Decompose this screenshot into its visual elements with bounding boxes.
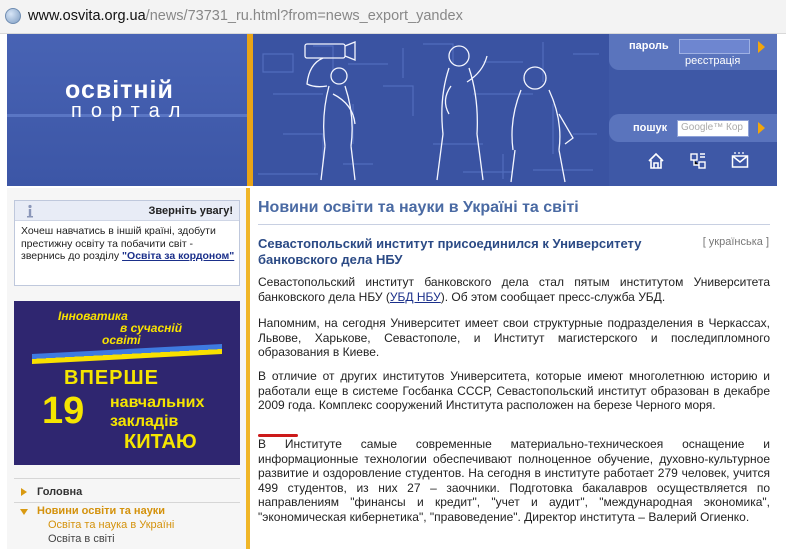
login-box: пароль реєстрація — [609, 34, 777, 70]
url-text[interactable]: www.osvita.org.ua/news/73731_ru.html?fro… — [28, 8, 463, 24]
site-banner: освітній портал пароль реєстрація пошук … — [7, 34, 777, 186]
menu-item-ukraine[interactable]: Освіта та наука в Україні — [48, 519, 174, 531]
notice-text-block: Хочеш навчатись в іншій країні, здобути … — [21, 225, 235, 263]
ad-subline: навчальних закладів — [110, 393, 204, 431]
notice-heading: Зверніть увагу! — [148, 205, 233, 217]
section-title: Новини освіти та науки в Україні та світ… — [258, 199, 579, 216]
login-search-panel: пароль реєстрація пошук Google™ Кор — [609, 34, 777, 186]
menu-divider — [14, 502, 240, 503]
study-abroad-link[interactable]: "Освіта за кордоном" — [122, 250, 234, 262]
site-globe-icon — [5, 8, 21, 24]
address-bar[interactable]: www.osvita.org.ua/news/73731_ru.html?fro… — [0, 0, 786, 34]
left-sidebar: Зверніть увагу! Хочеш навчатись в іншій … — [7, 188, 247, 549]
menu-item-world[interactable]: Освіта в світі — [48, 533, 115, 545]
title-divider — [258, 224, 770, 225]
ad-footer: КИТАЮ — [124, 431, 197, 453]
url-host: www.osvita.org.ua — [28, 8, 146, 24]
mail-icon[interactable] — [731, 152, 749, 170]
advertisement-banner[interactable]: Інноватика в сучасній освіті ВПЕРШЕ 19 н… — [14, 301, 240, 465]
menu-divider — [14, 478, 240, 479]
search-box: пошук Google™ Кор — [609, 114, 777, 142]
url-path: /news/73731_ru.html?from=news_export_yan… — [145, 8, 463, 24]
register-link[interactable]: реєстрація — [685, 55, 740, 67]
article-paragraph: Севастопольский институт банковского дел… — [258, 275, 770, 304]
ad-ribbon-line3: освіті — [102, 333, 141, 347]
logo-subtitle: портал — [71, 100, 190, 122]
banner-illustration — [253, 34, 609, 186]
ubd-nbu-link[interactable]: УБД НБУ — [390, 290, 441, 304]
search-input[interactable]: Google™ Кор — [677, 120, 749, 137]
menu-arrow-icon — [21, 488, 27, 496]
article-paragraph: Напомним, на сегодня Университет имеет с… — [258, 316, 770, 359]
menu-item-news[interactable]: Новини освіти та науки — [37, 505, 165, 517]
ad-ribbon-line1: Інноватика — [58, 309, 128, 323]
search-label: пошук — [633, 122, 668, 134]
home-icon[interactable] — [647, 152, 665, 170]
info-icon — [27, 204, 33, 218]
notice-header: Зверніть увагу! — [15, 201, 239, 221]
login-submit-arrow-icon[interactable] — [758, 41, 765, 53]
password-field[interactable] — [679, 39, 750, 54]
menu-item-home[interactable]: Головна — [37, 486, 82, 498]
main-content: Новини освіти та науки в Україні та світ… — [250, 188, 777, 549]
notice-box: Зверніть увагу! Хочеш навчатись в іншій … — [14, 200, 240, 286]
people-illustration — [258, 41, 599, 183]
menu-expanded-icon — [20, 509, 28, 515]
ad-subline-a: навчальних — [110, 394, 205, 411]
paragraph-text: ). Об этом сообщает пресс-служба УБД. — [440, 289, 666, 304]
site-logo[interactable]: освітній портал — [7, 34, 247, 186]
ad-ribbon: Інноватика в сучасній освіті — [32, 307, 222, 349]
language-switch-link[interactable]: [ українська ] — [703, 236, 769, 248]
password-label: пароль — [629, 40, 669, 52]
sidebar-menu: Головна Новини освіти та науки Освіта та… — [7, 478, 247, 545]
article-paragraph: В отличие от других институтов Университ… — [258, 369, 770, 412]
search-submit-arrow-icon[interactable] — [758, 122, 765, 134]
sitemap-icon[interactable] — [689, 152, 707, 170]
ad-number: 19 — [42, 390, 85, 432]
article-paragraph: В Институте самые современные материальн… — [258, 437, 770, 524]
ad-subline-b: закладів — [110, 413, 179, 430]
article-title: Севастопольский институт присоединился к… — [258, 236, 642, 267]
ad-headline: ВПЕРШЕ — [64, 367, 159, 389]
